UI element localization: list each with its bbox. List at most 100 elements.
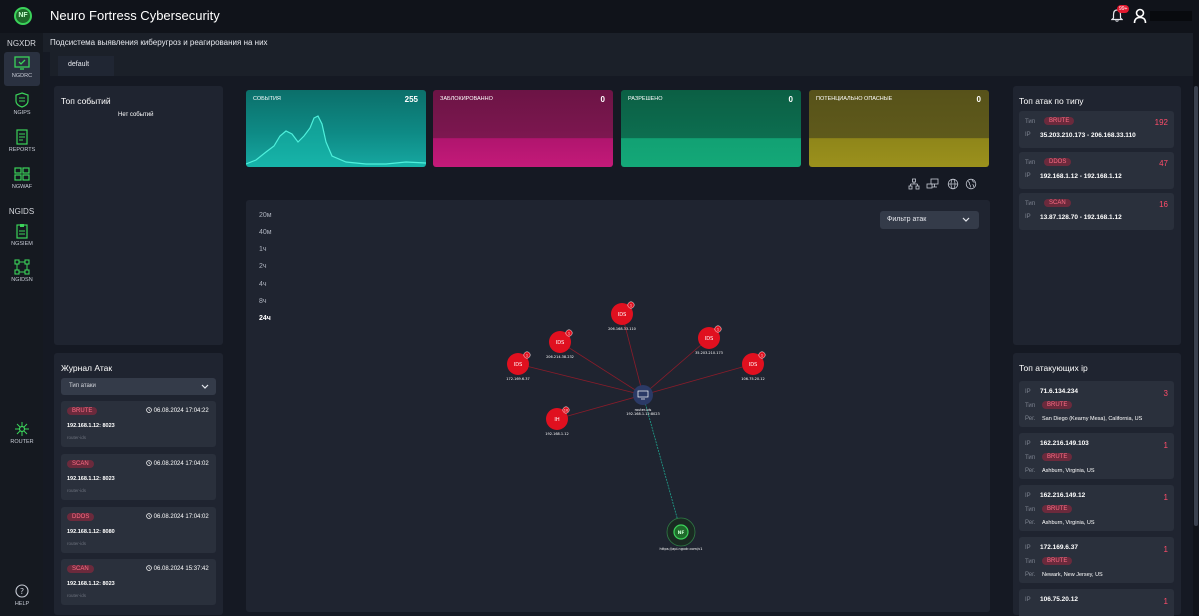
type-key: Тип	[1025, 119, 1036, 125]
journal-item[interactable]: BRUTE 06.08.2024 17:04:22 192.168.1.12: …	[61, 401, 216, 447]
ip-count: 1	[1163, 545, 1168, 554]
sidebar-item-ngdrc[interactable]: NGDRC	[4, 52, 40, 86]
sidebar-item-ngidsn[interactable]: NGIDSN	[4, 256, 40, 290]
type-key: Тип	[1025, 455, 1036, 461]
sidebar-item-help[interactable]: ? HELP	[4, 580, 40, 614]
top-ip-item[interactable]: IP 162.216.149.12 1 Тип BRUTE Рег. Ashbu…	[1019, 485, 1174, 531]
clock-icon	[146, 460, 152, 466]
clock-icon	[146, 513, 152, 519]
top-events-empty: Нет событий	[118, 112, 154, 118]
app-logo[interactable]: NF	[14, 7, 32, 25]
sidebar-item-router[interactable]: ROUTER	[4, 418, 40, 452]
svg-text:IDS: IDS	[705, 336, 714, 342]
region-key: Рег.	[1025, 468, 1036, 474]
ids-node[interactable]: 1 IDS 35.203.210.173	[695, 325, 723, 355]
journal-source: router-ids	[67, 541, 87, 546]
clock-icon	[146, 407, 152, 413]
attack-count: 16	[1159, 200, 1168, 209]
globe-icon[interactable]	[947, 178, 959, 190]
ip-count: 1	[1163, 441, 1168, 450]
journal-date: 06.08.2024 17:04:02	[146, 460, 209, 467]
tab-default[interactable]: default	[58, 56, 114, 76]
type-key: Тип	[1025, 559, 1036, 565]
monitor-check-icon	[14, 56, 30, 70]
scrollbar-thumb[interactable]	[1194, 86, 1198, 526]
svg-text:1: 1	[630, 304, 632, 308]
sidebar-item-ngwaf[interactable]: NGWAF	[4, 163, 40, 197]
world-map-icon[interactable]	[965, 178, 977, 190]
sidebar-item-label: HELP	[14, 601, 30, 607]
sidebar-section-ngids: NGIDS	[8, 207, 35, 216]
attack-type-badge: BRUTE	[1042, 505, 1073, 513]
stat-card-potentially-dangerous[interactable]: ПОТЕНЦИАЛЬНО ОПАСНЫЕ 0	[809, 90, 989, 167]
attack-graph[interactable]: 1 IDS 206.168.33.110 1 IDS 206.214.38.23…	[246, 200, 990, 612]
sidebar-item-label: NGWAF	[11, 184, 33, 190]
top-events-title: Топ событий	[61, 96, 111, 106]
attack-type-badge: BRUTE	[1042, 453, 1073, 461]
ids-node[interactable]: 1 IDS 172.169.6.37	[506, 351, 531, 381]
top-ip-item[interactable]: IP 71.6.134.234 3 Тип BRUTE Рег. San Die…	[1019, 381, 1174, 427]
attack-type-badge: BRUTE	[67, 407, 98, 415]
ip-key: IP	[1025, 597, 1031, 603]
sidebar-item-label: NGDRC	[11, 73, 33, 79]
router-node[interactable]: router-ids 192.168.1.12:8023	[626, 385, 660, 416]
journal-ip: 192.168.1.12: 8023	[67, 581, 115, 587]
stat-card-allowed[interactable]: РАЗРЕШЕНО 0	[621, 90, 801, 167]
top-ip-item[interactable]: IP 106.75.20.12 1	[1019, 589, 1174, 616]
top-type-item[interactable]: Тип DDOS 47 IP 192.168.1.12 - 192.168.1.…	[1019, 152, 1174, 189]
type-key: Тип	[1025, 507, 1036, 513]
top-type-item[interactable]: Тип BRUTE 192 IP 35.203.210.173 - 206.16…	[1019, 111, 1174, 148]
journal-item[interactable]: SCAN 06.08.2024 17:04:02 192.168.1.12: 8…	[61, 454, 216, 500]
region-value: Newark, New Jersey, US	[1042, 572, 1103, 578]
sidebar-item-ngips[interactable]: NGIPS	[4, 89, 40, 123]
stat-card-events[interactable]: СОБЫТИЯ 255	[246, 90, 426, 167]
hierarchy-view-icon[interactable]	[908, 178, 920, 190]
tabs-bar	[50, 52, 1193, 76]
stat-card-blocked[interactable]: ЗАБЛОКИРОВАННО 0	[433, 90, 613, 167]
top-type-item[interactable]: Тип SCAN 16 IP 13.87.128.70 - 192.168.1.…	[1019, 193, 1174, 230]
stat-value: 0	[600, 95, 605, 104]
ip-count: 1	[1163, 597, 1168, 606]
top-ip-item[interactable]: IP 162.216.149.103 1 Тип BRUTE Рег. Ashb…	[1019, 433, 1174, 479]
attack-count: 192	[1154, 118, 1168, 127]
svg-text:IDS: IDS	[749, 362, 758, 368]
journal-item[interactable]: DDOS 06.08.2024 17:04:02 192.168.1.12: 8…	[61, 507, 216, 553]
chevron-down-icon	[201, 384, 209, 389]
ip-range: 13.87.128.70 - 192.168.1.12	[1040, 214, 1122, 221]
ids-node[interactable]: 1 IDS 206.168.33.110	[608, 301, 636, 331]
network-devices-icon[interactable]	[926, 178, 942, 190]
ih-node[interactable]: 10 IH 192.168.1.12	[545, 406, 570, 436]
svg-text:https://api.ngxdr.com/v1: https://api.ngxdr.com/v1	[660, 547, 703, 551]
ip-key: IP	[1025, 132, 1031, 138]
ids-node[interactable]: 1 IDS 206.214.38.232	[546, 329, 574, 359]
sidebar-item-ngsiem[interactable]: NGSIEM	[4, 220, 40, 254]
svg-text:192.168.1.12:8023: 192.168.1.12:8023	[626, 412, 659, 416]
top-ips-title: Топ атакующих ip	[1019, 363, 1088, 373]
sidebar-item-label: ROUTER	[10, 439, 34, 445]
ids-node[interactable]: 1 IDS 106.75.20.12	[741, 351, 766, 381]
sidebar-item-label: NGIDSN	[11, 277, 33, 283]
journal-source: router-ids	[67, 488, 87, 493]
svg-text:1: 1	[717, 328, 719, 332]
journal-item[interactable]: SCAN 06.08.2024 15:37:42 192.168.1.12: 8…	[61, 559, 216, 605]
notification-badge: 99+	[1117, 5, 1130, 13]
ip-count: 3	[1163, 389, 1168, 398]
user-icon[interactable]	[1133, 8, 1147, 24]
router-icon	[15, 422, 29, 436]
type-key: Тип	[1025, 201, 1036, 207]
svg-text:206.168.33.110: 206.168.33.110	[608, 327, 636, 331]
sidebar-item-reports[interactable]: REPORTS	[4, 126, 40, 160]
ip-key: IP	[1025, 214, 1031, 220]
svg-text:?: ?	[20, 587, 24, 596]
report-icon	[16, 129, 28, 145]
attack-type-badge: BRUTE	[1042, 557, 1073, 565]
journal-source: router-ids	[67, 435, 87, 440]
ip-value: 162.216.149.103	[1040, 440, 1089, 447]
nf-hub-node[interactable]: NF https://api.ngxdr.com/v1	[660, 517, 703, 551]
ip-value: 71.6.134.234	[1040, 388, 1078, 395]
top-ip-item[interactable]: IP 172.169.6.37 1 Тип BRUTE Рег. Newark,…	[1019, 537, 1174, 583]
journal-type-filter[interactable]: Тип атаки	[61, 378, 216, 395]
attack-type-badge: SCAN	[67, 460, 94, 468]
ip-range: 35.203.210.173 - 206.168.33.110	[1040, 132, 1136, 139]
user-name-field[interactable]	[1150, 11, 1192, 21]
